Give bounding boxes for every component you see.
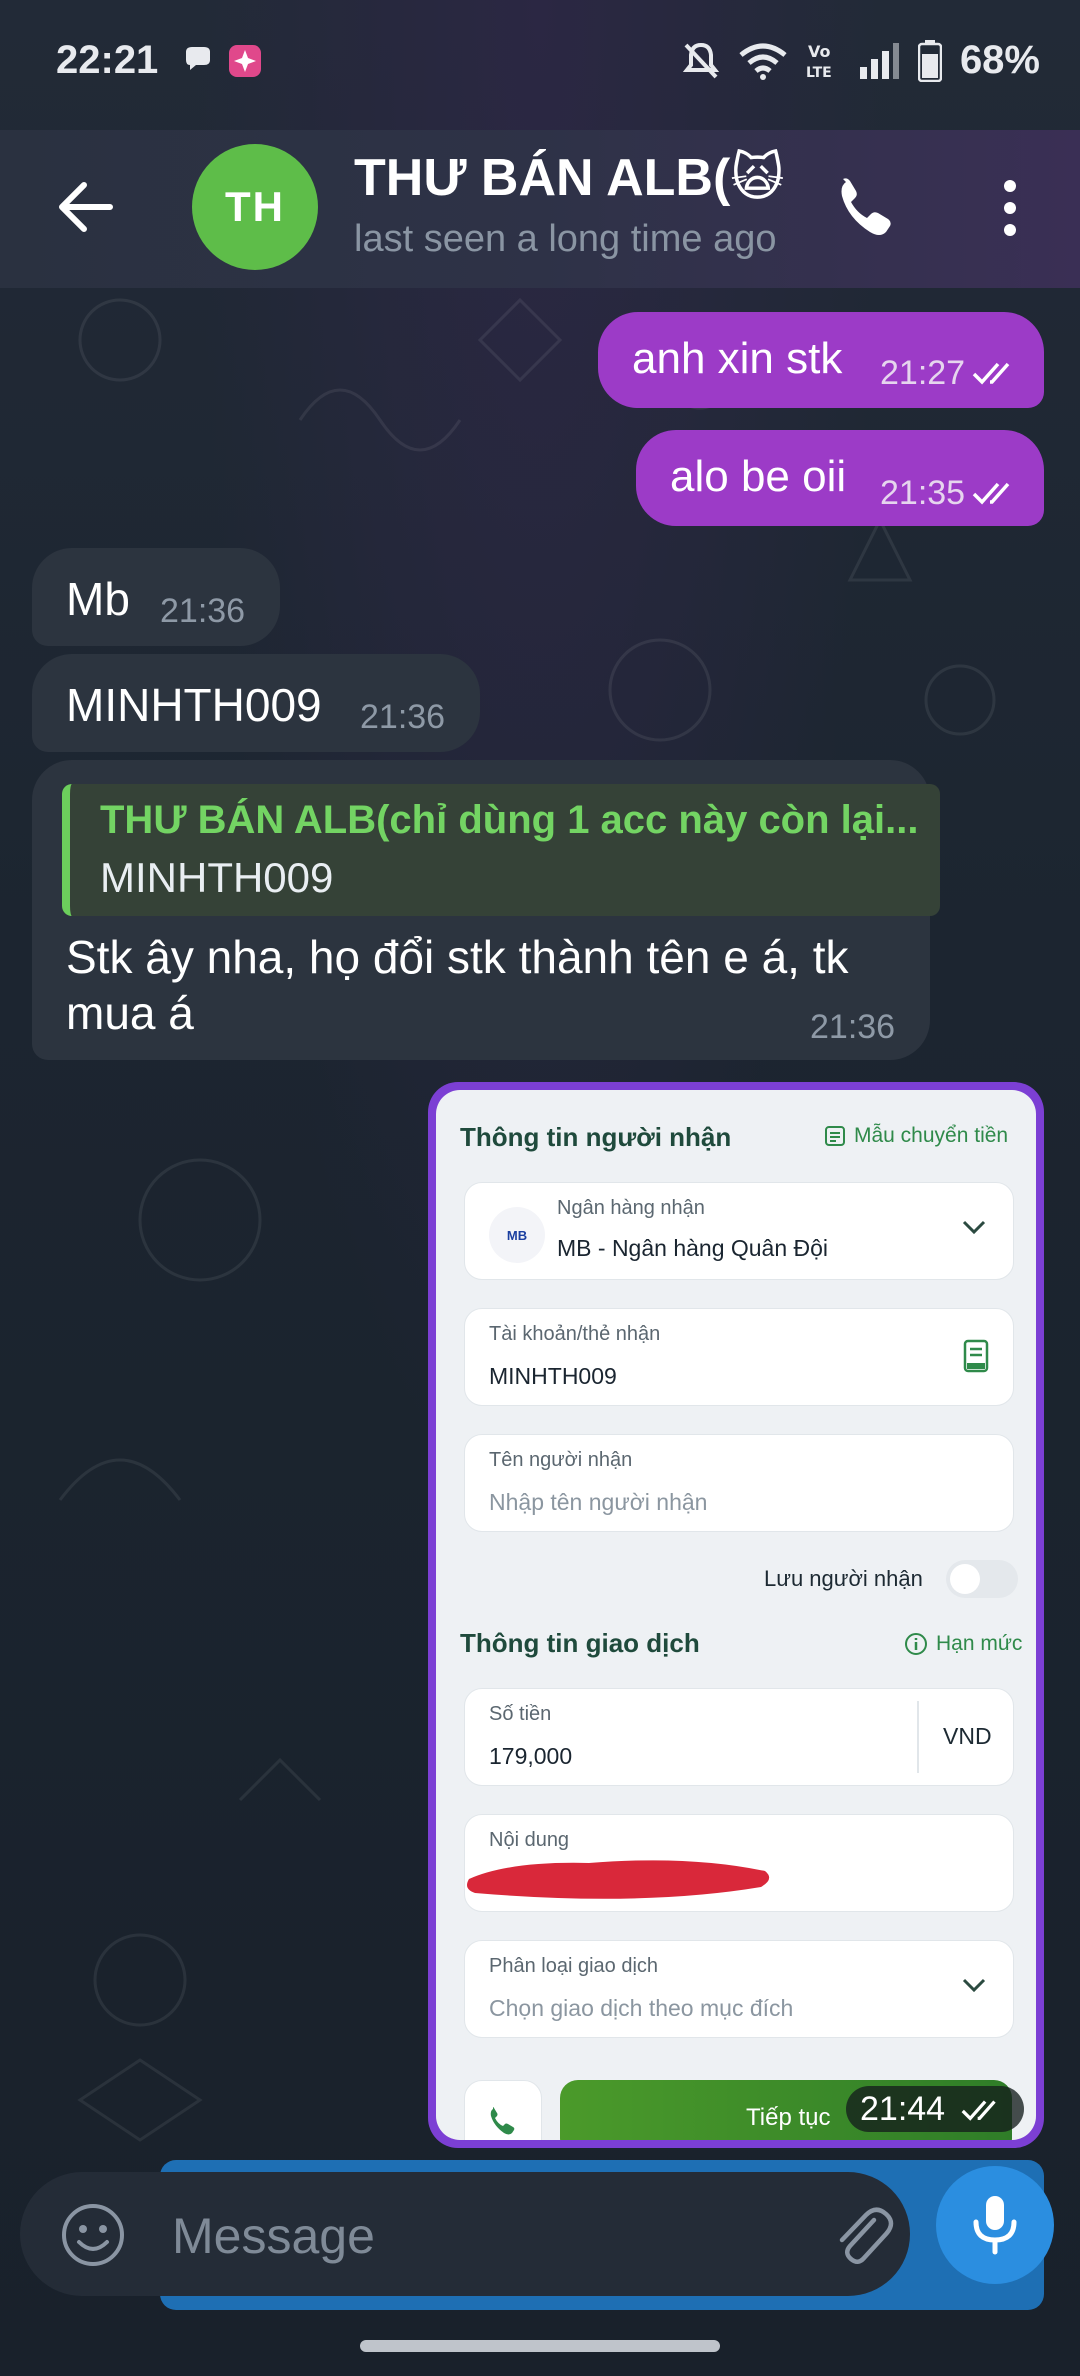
continue-label: Tiếp tục bbox=[746, 2104, 831, 2131]
limit-link-label: Hạn mức bbox=[936, 1632, 1023, 1655]
message-text-line2: mua á bbox=[66, 987, 194, 1039]
read-receipt-icon bbox=[961, 2100, 996, 2121]
category-placeholder: Chọn giao dịch theo mục đích bbox=[489, 1995, 794, 2021]
chat-header: TH THƯ BÁN ALB(🙀 last seen a long time a… bbox=[0, 130, 1080, 288]
bank-select-card: MB Ngân hàng nhận MB - Ngân hàng Quân Độ… bbox=[464, 1182, 1014, 1280]
transaction-section-title: Thông tin giao dịch bbox=[460, 1628, 700, 1658]
recipient-placeholder: Nhập tên người nhận bbox=[489, 1489, 708, 1515]
home-indicator[interactable] bbox=[360, 2340, 720, 2352]
message-time: 21:36 bbox=[810, 1008, 896, 1046]
reply-quote[interactable]: THƯ BÁN ALB(chỉ dùng 1 acc này còn lại..… bbox=[62, 784, 940, 916]
svg-text:Vo: Vo bbox=[808, 42, 831, 61]
incoming-reply-message[interactable]: THƯ BÁN ALB(chỉ dùng 1 acc này còn lại..… bbox=[32, 760, 940, 1060]
last-seen-status: last seen a long time ago bbox=[354, 218, 777, 260]
recipient-section-title: Thông tin người nhận bbox=[460, 1122, 732, 1152]
bank-logo: MB bbox=[489, 1207, 545, 1263]
content-label: Nội dung bbox=[489, 1829, 570, 1851]
redaction-mark bbox=[467, 1860, 770, 1899]
svg-text:LTE: LTE bbox=[806, 65, 832, 81]
app-launcher-icon bbox=[229, 45, 261, 77]
message-input[interactable] bbox=[170, 2200, 814, 2272]
account-card: Tài khoản/thẻ nhận MINHTH009 bbox=[464, 1308, 1014, 1406]
avatar[interactable]: TH bbox=[192, 144, 318, 270]
incoming-message[interactable]: MINHTH009 21:36 bbox=[32, 654, 480, 752]
bank-logo-text: MB bbox=[506, 1227, 528, 1243]
message-time: 21:44 bbox=[860, 2090, 946, 2128]
message-text: anh xin stk bbox=[632, 334, 843, 383]
message-time: 21:27 bbox=[880, 354, 966, 392]
message-time: 21:36 bbox=[360, 698, 446, 736]
status-right-icons: Vo LTE 68% bbox=[682, 38, 1040, 83]
info-icon bbox=[905, 1633, 927, 1655]
status-time: 22:21 bbox=[56, 38, 159, 82]
incoming-message[interactable]: Mb 21:36 bbox=[32, 548, 280, 646]
chevron-down-icon bbox=[962, 1220, 986, 1235]
amount-card: Số tiền 179,000 VND bbox=[464, 1688, 1014, 1786]
chat-title[interactable]: THƯ BÁN ALB(🙀 bbox=[354, 148, 794, 208]
save-recipient-label: Lưu người nhận bbox=[764, 1566, 923, 1591]
reply-sender-name: THƯ BÁN ALB(chỉ dùng 1 acc này còn lại..… bbox=[100, 798, 919, 842]
reply-text: MINHTH009 bbox=[100, 854, 334, 901]
outgoing-message[interactable]: anh xin stk 21:27 bbox=[598, 312, 1044, 408]
more-vertical-icon[interactable] bbox=[980, 172, 1040, 244]
status-bar: 22:21 Vo LTE 68% bbox=[0, 0, 1080, 130]
phone-call-icon[interactable] bbox=[832, 172, 904, 244]
currency-label: VND bbox=[943, 1723, 992, 1749]
account-label: Tài khoản/thẻ nhận bbox=[489, 1323, 661, 1345]
chat-title-text: THƯ BÁN ALB( bbox=[354, 149, 731, 207]
mute-icon bbox=[682, 42, 720, 78]
phone-icon bbox=[490, 2107, 515, 2135]
banking-screenshot[interactable]: Thông tin người nhận Mẫu chuyển tiền MB … bbox=[436, 1090, 1036, 2140]
category-card: Phân loại giao dịch Chọn giao dịch theo … bbox=[464, 1940, 1014, 2038]
message-text: MINHTH009 bbox=[66, 679, 322, 731]
message-time: 21:35 bbox=[880, 474, 966, 512]
bank-value: MB - Ngân hàng Quân Đội bbox=[557, 1235, 829, 1261]
microphone-icon bbox=[973, 2196, 1017, 2255]
image-message[interactable]: Thông tin người nhận Mẫu chuyển tiền MB … bbox=[428, 1082, 1044, 2148]
category-label: Phân loại giao dịch bbox=[489, 1955, 659, 1977]
limit-link: Hạn mức bbox=[904, 1632, 1022, 1656]
account-value: MINHTH009 bbox=[489, 1363, 617, 1389]
read-receipt-icon bbox=[972, 482, 1010, 505]
message-text: Mb bbox=[66, 573, 130, 625]
microphone-button[interactable] bbox=[936, 2166, 1054, 2284]
call-support-button bbox=[464, 2080, 542, 2140]
content-card: Nội dung bbox=[464, 1814, 1014, 1912]
contacts-book-icon bbox=[963, 1339, 989, 1373]
signal-icon bbox=[859, 42, 899, 79]
chevron-down-icon bbox=[962, 1978, 986, 1993]
currency-divider bbox=[917, 1701, 919, 1773]
chat-title-emoji: 🙀 bbox=[730, 149, 785, 207]
image-time-badge: 21:44 bbox=[846, 2086, 1024, 2132]
battery-percent: 68% bbox=[959, 38, 1040, 82]
outgoing-message[interactable]: alo be oii 21:35 bbox=[636, 430, 1044, 526]
back-arrow-icon[interactable] bbox=[50, 172, 120, 242]
message-time: 21:36 bbox=[160, 592, 246, 630]
bank-label: Ngân hàng nhận bbox=[557, 1197, 705, 1219]
save-recipient-toggle bbox=[946, 1560, 1018, 1598]
message-text: alo be oii bbox=[670, 452, 847, 501]
amount-value: 179,000 bbox=[489, 1743, 573, 1769]
template-link-label: Mẫu chuyển tiền bbox=[854, 1124, 1009, 1147]
message-composer bbox=[20, 2172, 910, 2296]
wifi-icon bbox=[739, 43, 787, 80]
message-text-line1: Stk ây nha, họ đổi stk thành tên e á, tk bbox=[66, 931, 849, 983]
recipient-name-card: Tên người nhận Nhập tên người nhận bbox=[464, 1434, 1014, 1532]
template-icon bbox=[825, 1126, 845, 1146]
template-link: Mẫu chuyển tiền bbox=[824, 1124, 1008, 1148]
emoji-icon[interactable] bbox=[60, 2202, 126, 2268]
read-receipt-icon bbox=[972, 362, 1010, 385]
amount-label: Số tiền bbox=[489, 1703, 552, 1725]
status-left-icons bbox=[182, 44, 262, 78]
chat-bubble-icon bbox=[186, 47, 210, 70]
battery-icon bbox=[917, 39, 942, 82]
toggle-knob bbox=[950, 1564, 980, 1594]
paperclip-icon[interactable] bbox=[826, 2200, 896, 2270]
volte-icon: Vo LTE bbox=[806, 42, 832, 81]
recipient-label: Tên người nhận bbox=[489, 1449, 633, 1471]
